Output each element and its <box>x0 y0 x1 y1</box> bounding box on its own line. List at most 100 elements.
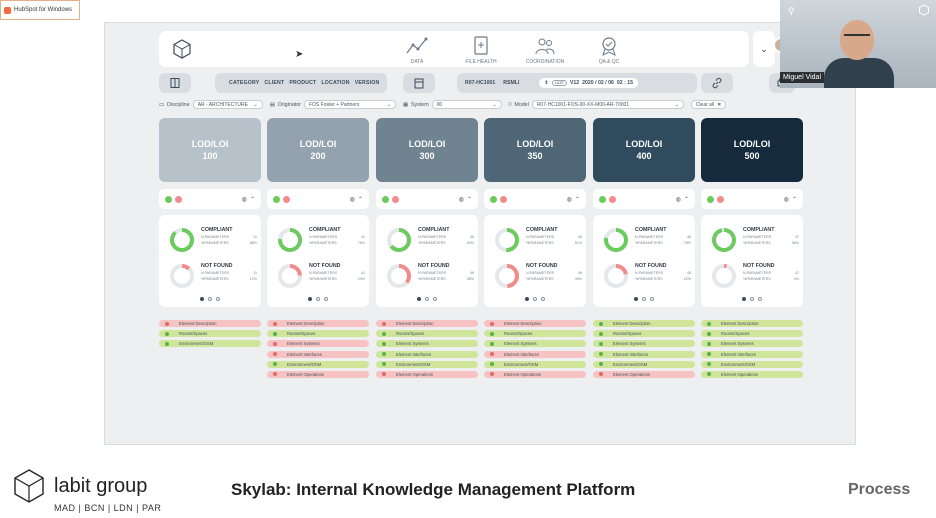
pager-dot[interactable] <box>417 297 421 301</box>
pager-dot[interactable] <box>200 297 204 301</box>
globe-icon[interactable]: ◍ <box>350 196 355 203</box>
globe-icon[interactable]: ◍ <box>567 196 572 203</box>
element-item[interactable]: Element Description <box>701 320 803 327</box>
pager-dot[interactable] <box>208 297 212 301</box>
element-item[interactable]: Environment/OSM <box>159 340 261 348</box>
element-item-label: Environment/OSM <box>287 361 322 367</box>
element-item[interactable]: Element Operations <box>267 370 369 378</box>
not-found-metric: NOT FOUND N.PARAMETERS 46 %PARAMETERS 36% <box>386 263 474 289</box>
pager-dot[interactable] <box>433 297 437 301</box>
nav-data[interactable]: DATA <box>397 35 437 65</box>
pager-dot[interactable] <box>216 297 220 301</box>
lod-card[interactable]: LOD/LOI 400 <box>593 118 695 182</box>
chevron-up-icon[interactable]: ⌃ <box>575 196 580 203</box>
link-product[interactable]: PRODUCT <box>289 80 316 86</box>
pager-dot[interactable] <box>308 297 312 301</box>
element-item[interactable]: Element Interfaces <box>701 350 803 358</box>
globe-icon[interactable]: ◍ <box>784 196 789 203</box>
chevron-up-icon[interactable]: ⌃ <box>358 196 363 203</box>
building-button[interactable] <box>403 73 435 93</box>
lod-card[interactable]: LOD/LOI 100 <box>159 118 261 182</box>
element-item[interactable]: Environment/OSM <box>593 360 695 368</box>
pager-dot[interactable] <box>324 297 328 301</box>
element-item[interactable]: Rooms/Spaces <box>484 330 586 338</box>
library-button[interactable] <box>159 73 191 93</box>
element-item[interactable]: Rooms/Spaces <box>267 330 369 338</box>
lod-card[interactable]: LOD/LOI 200 <box>267 118 369 182</box>
pager-dot[interactable] <box>533 297 537 301</box>
nav-qa-qc[interactable]: QA & QC <box>589 35 629 65</box>
nav-coordination[interactable]: COORDINATION <box>525 35 565 65</box>
system-select[interactable]: 00 ⌄ <box>431 100 502 109</box>
donut-chart <box>495 264 519 288</box>
chevron-up-icon[interactable]: ⌃ <box>250 196 255 203</box>
element-item[interactable]: Element Systems <box>376 340 478 348</box>
element-item[interactable]: Element Description <box>159 320 261 327</box>
element-item[interactable]: Element Interfaces <box>484 350 586 358</box>
pager-dot[interactable] <box>425 297 429 301</box>
pager-dot[interactable] <box>541 297 545 301</box>
pager-dot[interactable] <box>650 297 654 301</box>
element-item[interactable]: Element Systems <box>593 340 695 348</box>
element-list: Element Description Rooms/Spaces Environme… <box>159 320 261 348</box>
status-dot <box>490 341 494 346</box>
element-item[interactable]: Element Interfaces <box>593 350 695 358</box>
element-item[interactable]: Element Interfaces <box>267 350 369 358</box>
lod-card[interactable]: LOD/LOI 300 <box>376 118 478 182</box>
element-item[interactable]: Rooms/Spaces <box>593 330 695 338</box>
nav-file-health[interactable]: FILE HEALTH <box>461 35 501 65</box>
element-item[interactable]: Element Operations <box>701 370 803 378</box>
link-category[interactable]: CATEGORY <box>229 80 259 86</box>
lod-card[interactable]: LOD/LOI 500 <box>701 118 803 182</box>
link-button[interactable] <box>701 73 733 93</box>
link-location[interactable]: LOCATION <box>321 80 349 86</box>
pager-dot[interactable] <box>525 297 529 301</box>
pager-dot[interactable] <box>758 297 762 301</box>
pin-icon[interactable]: ⚲ <box>788 6 795 17</box>
element-item[interactable]: Rooms/Spaces <box>701 330 803 338</box>
pager-dot[interactable] <box>634 297 638 301</box>
element-item[interactable]: Environment/OSM <box>701 360 803 368</box>
link-client[interactable]: CLIENT <box>264 80 284 86</box>
element-item[interactable]: Element Description <box>593 320 695 327</box>
element-item[interactable]: Element Description <box>376 320 478 327</box>
globe-icon[interactable]: ◍ <box>242 196 247 203</box>
element-item[interactable]: Element Description <box>267 320 369 327</box>
element-item[interactable]: Environment/OSM <box>267 360 369 368</box>
user-menu-toggle[interactable]: ⌄ <box>753 31 775 67</box>
chevron-up-icon[interactable]: ⌃ <box>467 196 472 203</box>
element-item[interactable]: Rooms/Spaces <box>159 330 261 338</box>
element-item[interactable]: Element Systems <box>267 340 369 348</box>
element-item[interactable]: Environment/OSM <box>484 360 586 368</box>
taskbar-hubspot[interactable]: HubSpot for Windows <box>0 0 80 20</box>
pager-dot[interactable] <box>642 297 646 301</box>
n-parameters-label: N.PARAMETERS <box>635 271 664 275</box>
element-item[interactable]: Element Operations <box>376 370 478 378</box>
originator-select[interactable]: FOS Foster + Partners ⌄ <box>303 100 396 109</box>
chevron-up-icon[interactable]: ⌃ <box>684 196 689 203</box>
element-item[interactable]: Environment/OSM <box>376 360 478 368</box>
clear-all-button[interactable]: Clear all ✕ <box>690 100 727 109</box>
element-item[interactable]: Element Interfaces <box>376 350 478 358</box>
element-item[interactable]: Rooms/Spaces <box>376 330 478 338</box>
globe-icon[interactable]: ◍ <box>676 196 681 203</box>
version-date-box[interactable]: ⇪ LAST V12 2020 / 02 / 06 02 : 15 <box>539 78 639 88</box>
lod-card[interactable]: LOD/LOI 350 <box>484 118 586 182</box>
version-selector[interactable]: R07-HC1001 RSMLI ⇪ LAST V12 2020 / 02 / … <box>457 73 697 93</box>
lod-status-bar: ◍ ⌃ <box>701 189 803 209</box>
lod-status-bar: ◍ ⌃ <box>159 189 261 209</box>
link-version[interactable]: VERSION <box>355 80 380 86</box>
chevron-up-icon[interactable]: ⌃ <box>792 196 797 203</box>
discipline-select[interactable]: AR - ARCHITECTURE ⌄ <box>192 100 263 109</box>
model-select[interactable]: R07-HC1001-FOS-00-XX-M00-AR-70001 ⌄ <box>531 100 684 109</box>
pager-dot[interactable] <box>742 297 746 301</box>
app-logo[interactable] <box>159 31 205 67</box>
element-item[interactable]: Element Description <box>484 320 586 327</box>
element-item[interactable]: Element Operations <box>593 370 695 378</box>
pager-dot[interactable] <box>316 297 320 301</box>
element-item[interactable]: Element Systems <box>701 340 803 348</box>
globe-icon[interactable]: ◍ <box>459 196 464 203</box>
pager-dot[interactable] <box>750 297 754 301</box>
element-item[interactable]: Element Operations <box>484 370 586 378</box>
element-item[interactable]: Element Systems <box>484 340 586 348</box>
